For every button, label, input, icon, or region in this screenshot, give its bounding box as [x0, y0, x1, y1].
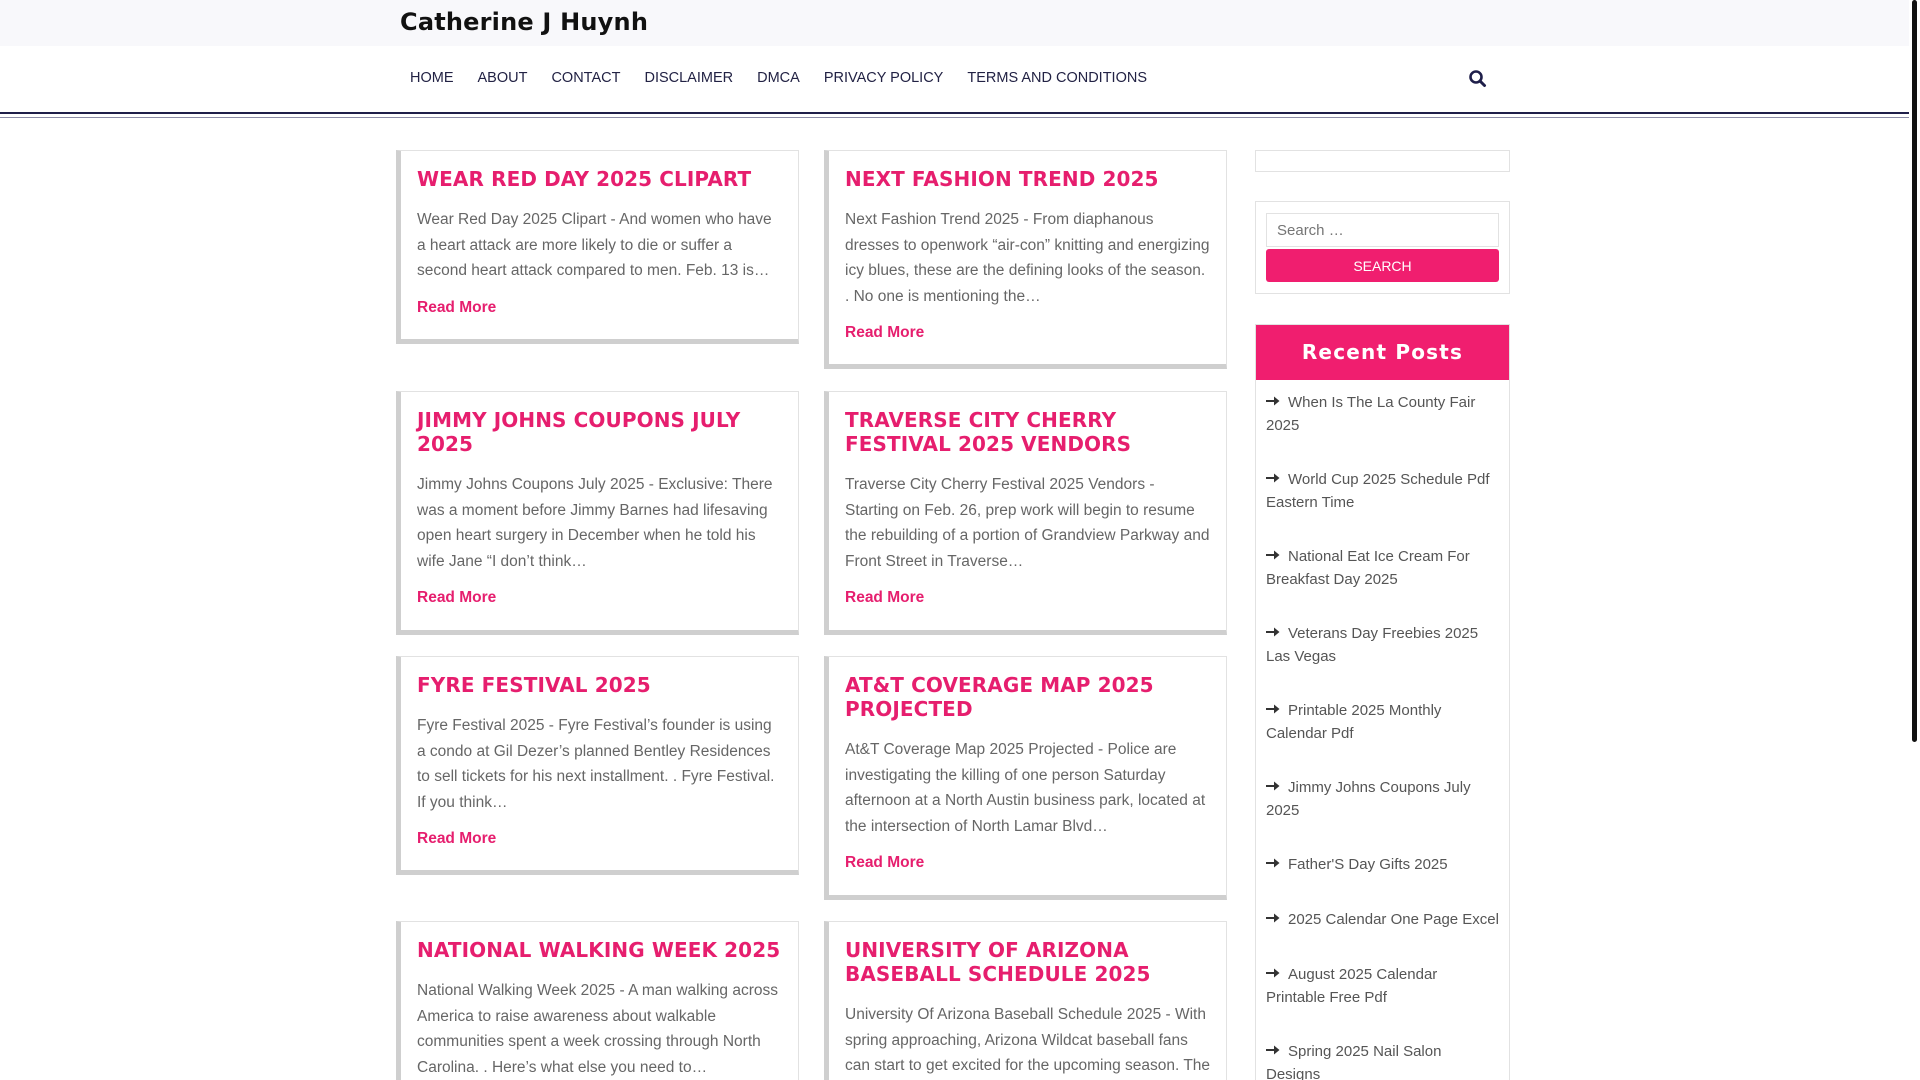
- post-card: UNIVERSITY OF ARIZONA BASEBALL SCHEDULE …: [824, 921, 1227, 1080]
- post-title[interactable]: FYRE FESTIVAL 2025: [417, 673, 784, 697]
- recent-post-label: World Cup 2025 Schedule Pdf Eastern Time: [1266, 471, 1490, 511]
- post-title[interactable]: NEXT FASHION TREND 2025: [845, 167, 1212, 191]
- post-card: NATIONAL WALKING WEEK 2025 National Walk…: [396, 921, 799, 1080]
- post-excerpt: Fyre Festival 2025 - Fyre Festival’s fou…: [417, 717, 775, 811]
- recent-post-label: Spring 2025 Nail Salon Designs: [1266, 1043, 1442, 1080]
- arrow-right-icon: [1266, 1039, 1280, 1055]
- recent-post-label: Father'S Day Gifts 2025: [1288, 856, 1448, 873]
- arrow-right-icon: [1266, 852, 1280, 868]
- recent-posts-widget: Recent Posts When Is The La County Fair …: [1255, 324, 1510, 1080]
- arrow-right-icon: [1266, 698, 1280, 714]
- sidebar-empty-widget: [1255, 150, 1510, 172]
- recent-posts-title: Recent Posts: [1256, 325, 1509, 380]
- recent-post-label: 2025 Calendar One Page Excel: [1288, 911, 1499, 928]
- recent-post-item[interactable]: August 2025 Calendar Printable Free Pdf: [1266, 962, 1499, 1009]
- sidebar-search-widget: SEARCH: [1255, 201, 1510, 294]
- arrow-right-icon: [1266, 467, 1280, 483]
- recent-post-label: August 2025 Calendar Printable Free Pdf: [1266, 966, 1438, 1006]
- read-more-link[interactable]: Read More: [845, 589, 924, 607]
- nav-divider: [0, 117, 1909, 118]
- search-input[interactable]: [1266, 213, 1499, 247]
- post-card: WEAR RED DAY 2025 CLIPART Wear Red Day 2…: [396, 150, 799, 344]
- recent-post-item[interactable]: Spring 2025 Nail Salon Designs: [1266, 1039, 1499, 1080]
- recent-posts-list: When Is The La County Fair 2025 World Cu…: [1256, 380, 1509, 1080]
- post-excerpt: National Walking Week 2025 - A man walki…: [417, 982, 778, 1076]
- post-title[interactable]: WEAR RED DAY 2025 CLIPART: [417, 167, 784, 191]
- arrow-right-icon: [1266, 544, 1280, 560]
- arrow-right-icon: [1266, 962, 1280, 978]
- recent-post-item[interactable]: Veterans Day Freebies 2025 Las Vegas: [1266, 621, 1499, 668]
- post-excerpt: At&T Coverage Map 2025 Projected - Polic…: [845, 741, 1206, 835]
- post-title[interactable]: TRAVERSE CITY CHERRY FESTIVAL 2025 VENDO…: [845, 408, 1212, 456]
- nav-disclaimer[interactable]: DISCLAIMER: [632, 70, 745, 86]
- recent-post-label: National Eat Ice Cream For Breakfast Day…: [1266, 548, 1470, 588]
- post-card: NEXT FASHION TREND 2025 Next Fashion Tre…: [824, 150, 1227, 369]
- recent-post-item[interactable]: Jimmy Johns Coupons July 2025: [1266, 775, 1499, 822]
- read-more-link[interactable]: Read More: [845, 854, 924, 872]
- scrollbar-thumb[interactable]: [1912, 0, 1917, 742]
- recent-post-label: Veterans Day Freebies 2025 Las Vegas: [1266, 625, 1479, 665]
- post-excerpt: University Of Arizona Baseball Schedule …: [845, 1006, 1211, 1074]
- post-card: AT&T COVERAGE MAP 2025 PROJECTED At&T Co…: [824, 656, 1227, 900]
- post-title[interactable]: NATIONAL WALKING WEEK 2025: [417, 938, 784, 962]
- post-card: JIMMY JOHNS COUPONS JULY 2025 Jimmy John…: [396, 391, 799, 635]
- post-card: TRAVERSE CITY CHERRY FESTIVAL 2025 VENDO…: [824, 391, 1227, 635]
- nav-terms-and-conditions[interactable]: TERMS AND CONDITIONS: [955, 70, 1159, 86]
- arrow-right-icon: [1266, 621, 1280, 637]
- search-button[interactable]: SEARCH: [1266, 249, 1499, 282]
- nav-home[interactable]: HOME: [400, 70, 466, 86]
- read-more-link[interactable]: Read More: [417, 589, 496, 607]
- recent-post-item[interactable]: National Eat Ice Cream For Breakfast Day…: [1266, 544, 1499, 591]
- post-excerpt: Next Fashion Trend 2025 - From diaphanou…: [845, 211, 1210, 305]
- arrow-right-icon: [1266, 907, 1280, 923]
- nav-privacy-policy[interactable]: PRIVACY POLICY: [812, 70, 956, 86]
- post-excerpt: Jimmy Johns Coupons July 2025 - Exclusiv…: [417, 476, 773, 570]
- site-title[interactable]: Catherine J Huynh: [400, 8, 648, 36]
- recent-post-item[interactable]: Father'S Day Gifts 2025: [1266, 852, 1499, 876]
- search-icon[interactable]: [1467, 68, 1489, 90]
- recent-post-item[interactable]: World Cup 2025 Schedule Pdf Eastern Time: [1266, 467, 1499, 514]
- post-card: FYRE FESTIVAL 2025 Fyre Festival 2025 - …: [396, 656, 799, 875]
- arrow-right-icon: [1266, 775, 1280, 791]
- post-title[interactable]: AT&T COVERAGE MAP 2025 PROJECTED: [845, 673, 1212, 721]
- post-excerpt: Traverse City Cherry Festival 2025 Vendo…: [845, 476, 1210, 570]
- post-title[interactable]: UNIVERSITY OF ARIZONA BASEBALL SCHEDULE …: [845, 938, 1212, 986]
- recent-post-label: When Is The La County Fair 2025: [1266, 394, 1476, 434]
- arrow-right-icon: [1266, 390, 1280, 406]
- main-navigation: HOME ABOUT CONTACT DISCLAIMER DMCA PRIVA…: [0, 46, 1909, 114]
- read-more-link[interactable]: Read More: [845, 324, 924, 342]
- recent-post-label: Printable 2025 Monthly Calendar Pdf: [1266, 702, 1442, 742]
- nav-menu: HOME ABOUT CONTACT DISCLAIMER DMCA PRIVA…: [400, 70, 1159, 86]
- nav-contact[interactable]: CONTACT: [539, 70, 632, 86]
- recent-post-item[interactable]: Printable 2025 Monthly Calendar Pdf: [1266, 698, 1499, 745]
- nav-about[interactable]: ABOUT: [466, 70, 540, 86]
- read-more-link[interactable]: Read More: [417, 299, 496, 317]
- post-excerpt: Wear Red Day 2025 Clipart - And women wh…: [417, 211, 772, 279]
- recent-post-item[interactable]: 2025 Calendar One Page Excel: [1266, 907, 1499, 931]
- site-header: Catherine J Huynh: [0, 0, 1909, 46]
- recent-post-item[interactable]: When Is The La County Fair 2025: [1266, 390, 1499, 437]
- recent-post-label: Jimmy Johns Coupons July 2025: [1266, 779, 1471, 819]
- nav-dmca[interactable]: DMCA: [745, 70, 812, 86]
- read-more-link[interactable]: Read More: [417, 830, 496, 848]
- post-title[interactable]: JIMMY JOHNS COUPONS JULY 2025: [417, 408, 784, 456]
